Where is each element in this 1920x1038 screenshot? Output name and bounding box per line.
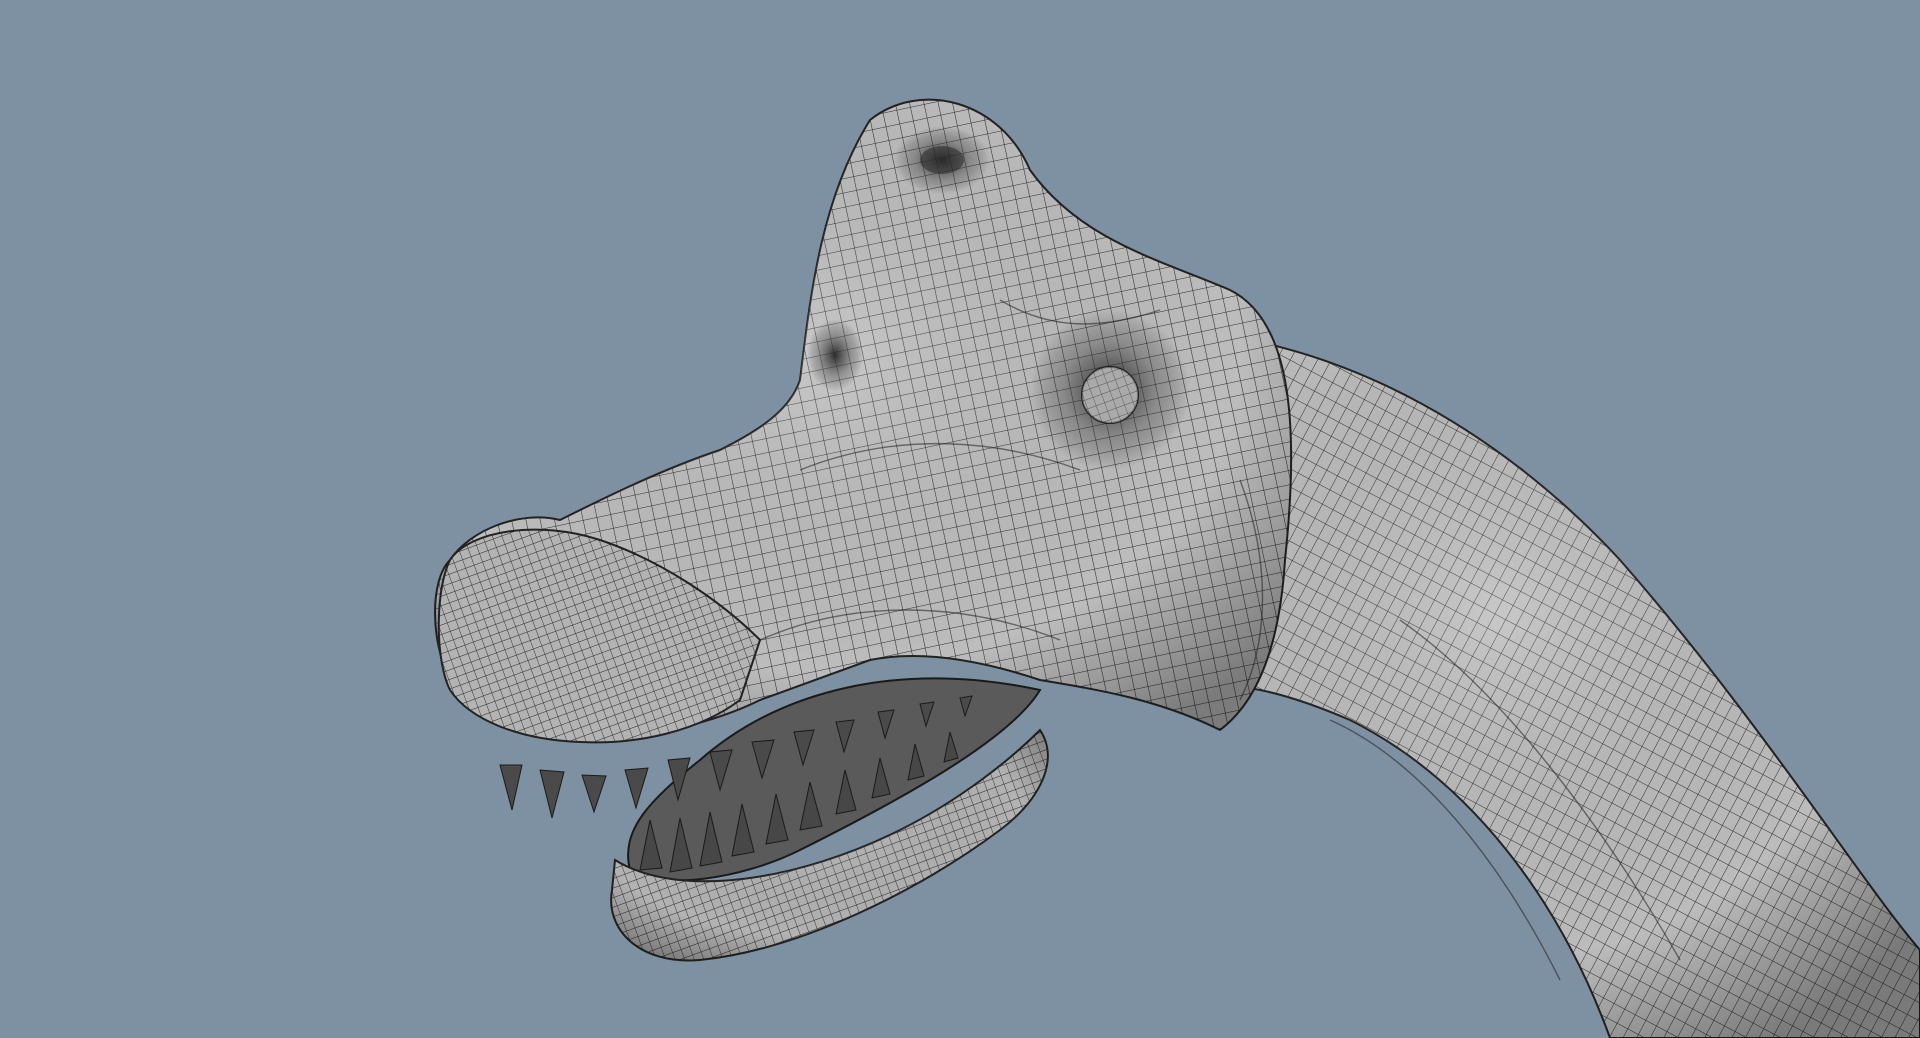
3d-viewport[interactable] bbox=[0, 0, 1920, 1038]
dinosaur-mesh-render bbox=[434, 98, 1920, 1038]
nostril-side-whorl bbox=[807, 319, 863, 391]
